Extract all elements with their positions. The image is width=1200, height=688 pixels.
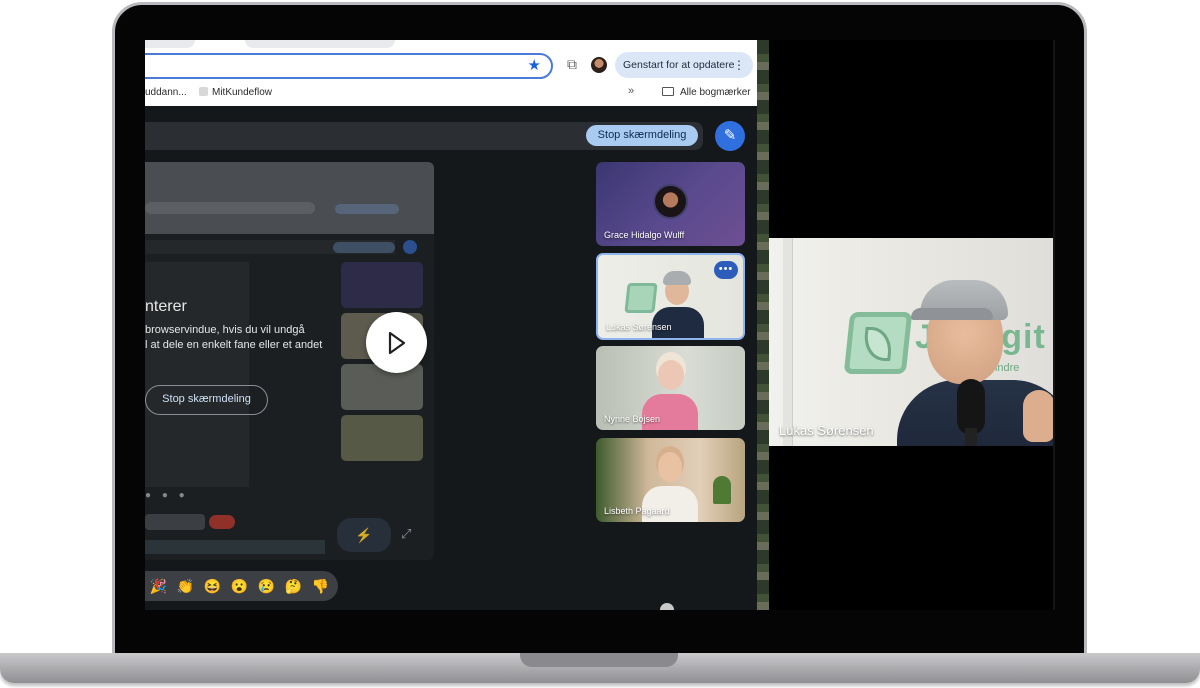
play-button[interactable]: [366, 312, 427, 373]
avatar: [660, 603, 674, 610]
logo-icon: [624, 283, 658, 313]
participant-name: Grace Hidalgo Wulff: [604, 230, 685, 240]
bookmark-item[interactable]: MitKundeflow: [199, 87, 272, 98]
nested-stop-pill: [333, 242, 395, 253]
nested-dock-icon: ⚡: [337, 518, 391, 552]
participant-tile-lisbeth[interactable]: Lisbeth Pagaard: [596, 438, 745, 522]
nested-pen-icon: [403, 240, 417, 254]
presenting-title: nterer: [145, 298, 187, 315]
wall-panel: [783, 238, 793, 446]
nested-address-bar: [145, 202, 315, 214]
nested-taskbar: [145, 540, 325, 554]
avatar: [653, 184, 688, 219]
participant-tile-grace[interactable]: Grace Hidalgo Wulff: [596, 162, 745, 246]
folder-icon: [662, 87, 674, 96]
participant-name: Lisbeth Pagaard: [604, 506, 670, 516]
nested-tile: [341, 262, 423, 308]
star-icon[interactable]: ★: [528, 57, 541, 75]
nested-browser-toolbar: [145, 162, 434, 234]
shared-screen: ★ ⧉ Genstart for at opdatere ⋮ uddann...…: [145, 40, 757, 610]
all-bookmarks-link[interactable]: Alle bogmærker: [680, 87, 751, 98]
stop-sharing-button-large[interactable]: Stop skærmdeling: [145, 385, 268, 415]
restart-update-button[interactable]: Genstart for at opdatere ⋮: [615, 52, 753, 78]
stop-sharing-button[interactable]: Stop skærmdeling: [586, 125, 698, 146]
background-strip: [757, 40, 769, 610]
reaction-bar: 🎉 👏 😆 😮 😢 🤔 👎: [145, 571, 338, 601]
nested-panel: [145, 262, 249, 487]
screen-edge: [1053, 40, 1055, 610]
nested-tile: [341, 364, 423, 410]
presenting-text: browservindue, hvis du vil undgå l at de…: [145, 323, 345, 353]
plant-decoration: [713, 476, 731, 504]
participant-name: Nynne Bojsen: [604, 414, 661, 424]
speaker-name: Lukas Sørensen: [779, 423, 874, 438]
more-options-icon[interactable]: •••: [714, 261, 738, 279]
expand-icon: ⤢: [401, 526, 412, 541]
reaction-surprised-icon[interactable]: 😮: [226, 571, 253, 601]
reaction-sad-icon[interactable]: 😢: [253, 571, 280, 601]
microphone-arm: [965, 428, 977, 446]
reaction-thumbs-down-icon[interactable]: 👎: [307, 571, 334, 601]
reaction-laugh-icon[interactable]: 😆: [199, 571, 226, 601]
nested-leave-button: [209, 515, 235, 529]
pen-icon[interactable]: ✎: [715, 121, 745, 151]
laptop-notch: [520, 653, 678, 667]
favicon-icon: [199, 87, 208, 96]
presenting-text-line: l at dele en enkelt fane eller et andet: [145, 339, 323, 351]
browser-tab[interactable]: [145, 40, 195, 48]
bookmark-label: uddann...: [145, 87, 187, 98]
speaker-camera: Jy Digit r — Mindre Lukas Sørensen: [769, 238, 1055, 446]
participant-tile-nynne[interactable]: Nynne Bojsen: [596, 346, 745, 430]
extension-icon[interactable]: ⧉: [563, 55, 581, 73]
participant-name: Lukas Sørensen: [606, 322, 672, 332]
browser-toolbar: ★ ⧉ Genstart for at opdatere ⋮ uddann...…: [145, 40, 757, 106]
chevron-double-right-icon[interactable]: »: [628, 85, 634, 97]
reaction-party-icon[interactable]: 🎉: [145, 571, 172, 601]
nested-tile: [341, 415, 423, 461]
microphone: [957, 379, 985, 435]
bookmark-label: MitKundeflow: [212, 87, 273, 98]
address-bar[interactable]: ★: [145, 53, 553, 79]
laptop-screen: ★ ⧉ Genstart for at opdatere ⋮ uddann...…: [145, 40, 1055, 610]
nested-update-pill: [335, 204, 399, 214]
profile-avatar[interactable]: [591, 57, 607, 73]
play-icon: [388, 331, 406, 355]
nested-reactions: ● ● ●: [145, 490, 189, 501]
speaker-hand: [1023, 390, 1055, 442]
participant-tile-lukas[interactable]: ••• Lukas Sørensen: [596, 253, 745, 340]
nested-controls: [145, 514, 205, 530]
presenting-text-line: browservindue, hvis du vil undgå: [145, 324, 305, 336]
browser-tab[interactable]: [245, 40, 395, 48]
reaction-clap-icon[interactable]: 👏: [172, 571, 199, 601]
reaction-thinking-icon[interactable]: 🤔: [280, 571, 307, 601]
restart-update-label: Genstart for at opdatere: [623, 59, 735, 71]
kebab-menu-icon[interactable]: ⋮: [733, 52, 745, 78]
bookmark-item[interactable]: uddann...: [145, 87, 187, 98]
